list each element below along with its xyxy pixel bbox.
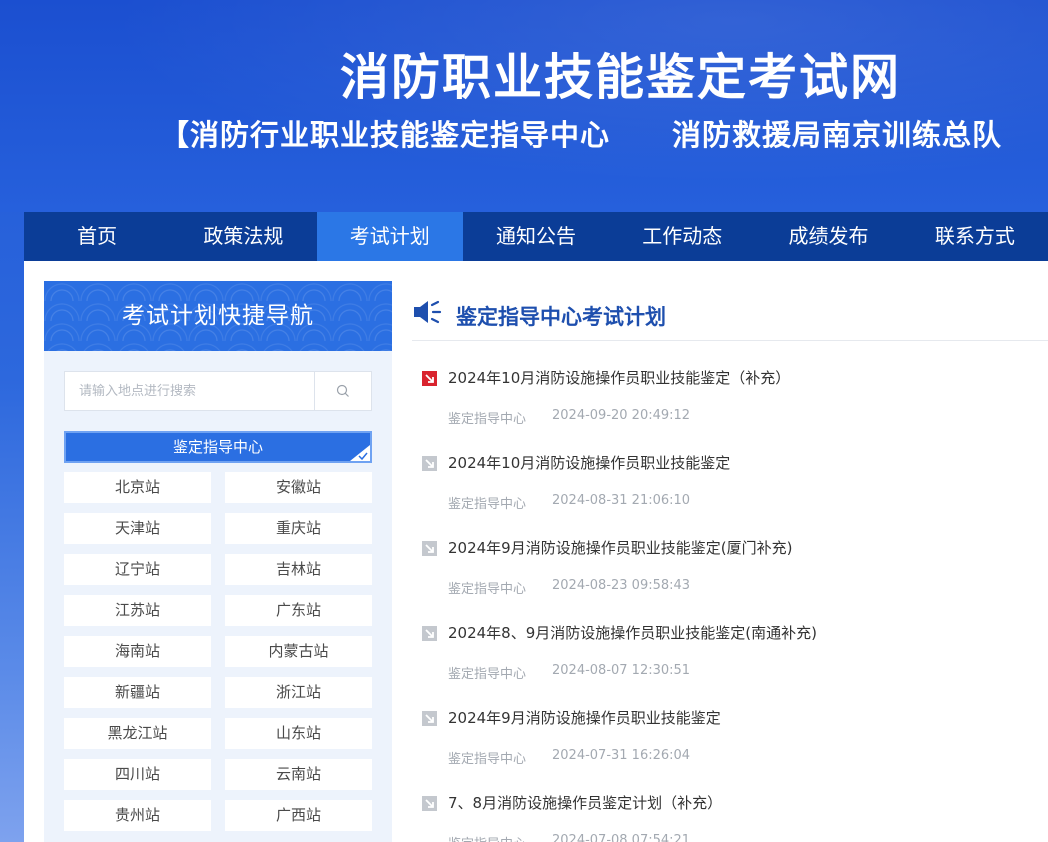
nav-item-exam-plan[interactable]: 考试计划: [316, 212, 463, 261]
nav-item-notice[interactable]: 通知公告: [463, 212, 609, 261]
site-title: 消防职业技能鉴定考试网: [340, 49, 902, 106]
arrow-down-right-gray-icon: [422, 456, 437, 471]
arrow-down-right-gray-icon: [422, 796, 437, 811]
list-item[interactable]: 2024年8、9月消防设施操作员职业技能鉴定(南通补充) 鉴定指导中心 2024…: [412, 616, 1048, 701]
station-center-selected[interactable]: 鉴定指导中心: [64, 431, 372, 463]
site-header: 消防职业技能鉴定考试网 【消防行业职业技能鉴定指导中心 消防救援局南京训练总队: [0, 0, 1048, 212]
station-yunnan[interactable]: 云南站: [225, 759, 372, 790]
station-guangdong[interactable]: 广东站: [225, 595, 372, 626]
item-source: 鉴定指导中心: [448, 497, 527, 512]
station-center-label: 鉴定指导中心: [172, 438, 263, 456]
nav-item-results[interactable]: 成绩发布: [755, 212, 901, 261]
station-guizhou[interactable]: 贵州站: [64, 800, 211, 831]
station-guangxi[interactable]: 广西站: [225, 800, 372, 831]
station-anhui[interactable]: 安徽站: [225, 472, 372, 503]
sidebar-title: 考试计划快捷导航: [44, 281, 392, 351]
arrow-down-right-gray-icon: [422, 626, 437, 641]
item-time: 2024-08-31 21:06:10: [552, 493, 691, 508]
item-time: 2024-09-20 20:49:12: [552, 408, 691, 423]
subtitle-left: 【消防行业职业技能鉴定指导中心: [160, 118, 611, 152]
nav-item-policy[interactable]: 政策法规: [170, 212, 316, 261]
list-item[interactable]: 2024年10月消防设施操作员职业技能鉴定（补充） 鉴定指导中心 2024-09…: [412, 361, 1048, 446]
speaker-icon: [414, 300, 442, 324]
item-title[interactable]: 2024年10月消防设施操作员职业技能鉴定: [448, 452, 730, 473]
item-source: 鉴定指导中心: [448, 412, 527, 427]
item-source: 鉴定指导中心: [448, 752, 527, 767]
search-icon: [336, 384, 349, 397]
station-xinjiang[interactable]: 新疆站: [64, 677, 211, 708]
station-chongqing[interactable]: 重庆站: [225, 513, 372, 544]
item-time: 2024-08-23 09:58:43: [552, 578, 691, 593]
subtitle-right: 消防救援局南京训练总队: [672, 118, 1003, 152]
item-source: 鉴定指导中心: [448, 667, 527, 682]
main-nav: 首页 政策法规 考试计划 通知公告 工作动态 成绩发布 联系方式: [24, 212, 1048, 261]
station-zhejiang[interactable]: 浙江站: [225, 677, 372, 708]
nav-item-contact[interactable]: 联系方式: [902, 212, 1048, 261]
station-beijing[interactable]: 北京站: [64, 472, 211, 503]
nav-item-work-news[interactable]: 工作动态: [609, 212, 755, 261]
item-source: 鉴定指导中心: [448, 582, 527, 597]
station-jiangsu[interactable]: 江苏站: [64, 595, 211, 626]
check-icon: [358, 452, 368, 460]
location-search-input[interactable]: [65, 372, 314, 410]
item-title[interactable]: 2024年9月消防设施操作员职业技能鉴定: [448, 707, 721, 728]
item-title[interactable]: 2024年8、9月消防设施操作员职业技能鉴定(南通补充): [448, 622, 817, 643]
station-tianjin[interactable]: 天津站: [64, 513, 211, 544]
item-title[interactable]: 2024年10月消防设施操作员职业技能鉴定（补充）: [448, 367, 790, 388]
station-grid: 北京站 安徽站 天津站 重庆站 辽宁站 吉林站 江苏站 广东站 海南站 内蒙古站…: [64, 472, 372, 831]
list-item[interactable]: 7、8月消防设施操作员鉴定计划（补充） 鉴定指导中心 2024-07-08 07…: [412, 786, 1048, 842]
location-search: [64, 371, 372, 411]
item-time: 2024-07-31 16:26:04: [552, 748, 691, 763]
station-neimenggu[interactable]: 内蒙古站: [225, 636, 372, 667]
content-panel: 考试计划快捷导航 鉴定指导中心 北京站 安徽站 天津站 重庆站 辽宁站 吉林站: [24, 261, 1048, 842]
exam-plan-list: 鉴定指导中心考试计划 2024年10月消防设施操作员职业技能鉴定（补充） 鉴定指…: [412, 281, 1048, 842]
list-item[interactable]: 2024年9月消防设施操作员职业技能鉴定 鉴定指导中心 2024-07-31 1…: [412, 701, 1048, 786]
item-source: 鉴定指导中心: [448, 833, 526, 842]
item-time: 2024-08-07 12:30:51: [552, 663, 691, 678]
exam-plan-sidebar: 考试计划快捷导航 鉴定指导中心 北京站 安徽站 天津站 重庆站 辽宁站 吉林站: [44, 281, 392, 842]
list-item[interactable]: 2024年10月消防设施操作员职业技能鉴定 鉴定指导中心 2024-08-31 …: [412, 446, 1048, 531]
station-sichuan[interactable]: 四川站: [64, 759, 211, 790]
section-title: 鉴定指导中心考试计划: [456, 305, 666, 329]
nav-item-home[interactable]: 首页: [24, 212, 170, 261]
arrow-down-right-gray-icon: [422, 541, 437, 556]
site-subtitle: 【消防行业职业技能鉴定指导中心 消防救援局南京训练总队: [160, 112, 1002, 154]
station-hainan[interactable]: 海南站: [64, 636, 211, 667]
section-header: 鉴定指导中心考试计划: [412, 281, 1048, 341]
station-jilin[interactable]: 吉林站: [225, 554, 372, 585]
arrow-down-right-gray-icon: [422, 711, 437, 726]
item-title[interactable]: 2024年9月消防设施操作员职业技能鉴定(厦门补充): [448, 537, 792, 558]
list-item[interactable]: 2024年9月消防设施操作员职业技能鉴定(厦门补充) 鉴定指导中心 2024-0…: [412, 531, 1048, 616]
search-button[interactable]: [314, 372, 371, 410]
station-shandong[interactable]: 山东站: [225, 718, 372, 749]
item-time: 2024-07-08 07:54:21: [552, 833, 691, 842]
station-heilongjiang[interactable]: 黑龙江站: [64, 718, 211, 749]
station-liaoning[interactable]: 辽宁站: [64, 554, 211, 585]
item-title[interactable]: 7、8月消防设施操作员鉴定计划（补充）: [448, 792, 722, 813]
arrow-down-right-red-icon: [422, 371, 437, 386]
